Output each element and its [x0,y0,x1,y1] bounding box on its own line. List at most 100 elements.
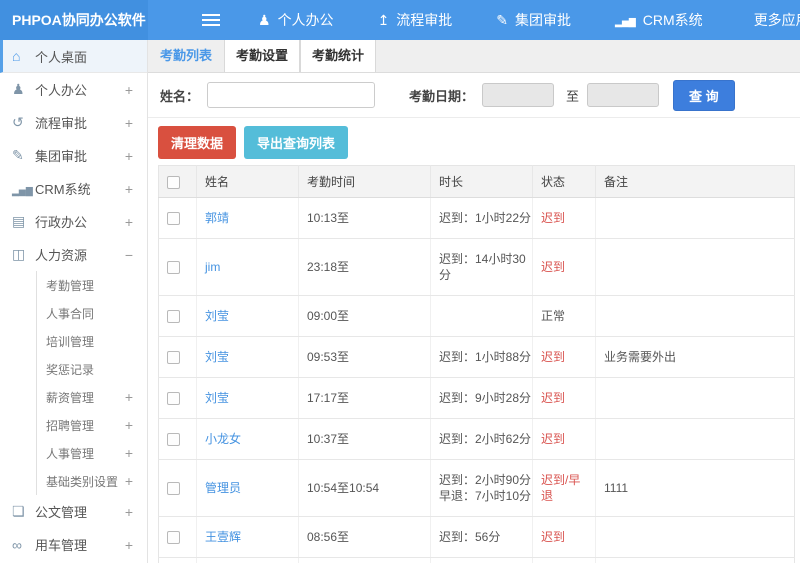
expand-toggle[interactable]: + [125,148,133,164]
top-nav: 个人办公 流程审批 集团审批 CRM系统 更多应用 ▾ [220,10,800,30]
row-checkbox[interactable] [167,531,180,545]
sidebar-item[interactable]: 用车管理 + [0,528,147,561]
expand-toggle[interactable]: + [125,473,133,489]
date-to-input[interactable] [587,83,660,107]
tab[interactable]: 考勤设置 [224,40,300,72]
top-nav-label: 流程审批 [396,12,453,28]
row-checkbox[interactable] [167,351,180,365]
chart-icon [12,181,35,197]
expand-toggle[interactable]: − [125,247,133,263]
sidebar-item-label: 个人桌面 [35,49,88,65]
sidebar-item-label: 培训管理 [46,334,95,349]
duration-cell: 迟到：2小时62分 [430,418,533,460]
employee-name-link[interactable]: 郭靖 [205,211,229,225]
name-cell: 管理员 [196,459,299,517]
query-button[interactable]: 查 询 [673,79,735,111]
employee-name-link[interactable]: 王壹辉 [205,530,241,544]
sidebar-item-label: 人事合同 [46,306,95,321]
expand-toggle[interactable]: + [125,214,133,230]
sidebar-item[interactable]: 薪资管理 + [36,383,147,411]
status-cell: 迟到 [532,418,596,460]
top-nav-item[interactable]: 个人办公 [258,10,340,30]
remark-cell [595,295,795,337]
sidebar-item[interactable]: 集团审批 + [0,139,147,172]
expand-toggle[interactable]: + [125,181,133,197]
employee-name-link[interactable]: jim [205,260,220,274]
tab[interactable]: 考勤列表 [148,40,224,72]
row-checkbox[interactable] [167,212,180,226]
edit-icon [12,147,35,164]
sidebar-item[interactable]: 奖惩记录 [36,355,147,383]
expand-toggle[interactable]: + [125,445,133,461]
name-input[interactable] [207,82,376,108]
row-checkbox[interactable] [167,392,180,406]
sidebar-item[interactable]: 行政办公 + [0,205,147,238]
remark-cell [595,197,795,239]
date-from-input[interactable] [482,83,555,107]
table-row: 小龙女 10:37至 迟到：2小时62分 迟到 [158,418,795,460]
expand-toggle[interactable]: + [125,417,133,433]
attendance-time-cell: 10:37至 [298,418,431,460]
clean-data-button[interactable]: 清理数据 [158,126,237,159]
status-cell: 迟到 [532,516,596,558]
sidebar-item[interactable]: 个人桌面 [0,40,147,73]
checkbox-cell [158,459,197,517]
sidebar-item[interactable]: 人力资源 − [0,238,147,271]
attendance-time-cell: 09:00至 [298,295,431,337]
sidebar-item[interactable]: CRM系统 + [0,172,147,205]
table-header: 姓名 考勤时间 时长 状态 备注 [158,165,795,198]
status-cell: 迟到/早退 [532,459,596,517]
row-checkbox[interactable] [167,261,180,275]
sidebar-item[interactable]: 培训管理 [36,327,147,355]
row-checkbox[interactable] [167,310,180,324]
top-nav-item[interactable]: 集团审批 [496,10,577,30]
sidebar-item[interactable]: 流程审批 + [0,106,147,139]
sidebar-item[interactable]: 基础类别设置 + [36,467,147,495]
row-checkbox[interactable] [167,433,180,447]
expand-toggle[interactable]: + [125,537,133,553]
expand-toggle[interactable]: + [125,82,133,98]
expand-toggle[interactable]: + [125,389,133,405]
sidebar-item-label: 行政办公 [35,215,88,230]
attendance-time-cell: 17:17至 [298,377,431,419]
attendance-table: 姓名 考勤时间 时长 状态 备注 郭靖 10:13至 迟到：1小时22分 迟到 … [158,165,795,563]
sidebar-item-label: 招聘管理 [46,418,95,433]
expand-toggle[interactable]: + [125,115,133,131]
duration-cell: 迟到：2小时90分 早退：7小时10分 [430,459,533,517]
edit-icon [496,12,508,29]
remark-cell: 1111 [595,459,795,517]
expand-toggle[interactable]: + [125,504,133,520]
remark-cell: 业务需要外出 [595,336,795,378]
sidebar-item[interactable]: 招聘管理 + [36,411,147,439]
checkbox-cell [158,516,197,558]
search-panel: 姓名： 考勤日期： 至 查 询 [148,73,800,118]
name-cell: 王壹辉 [196,516,299,558]
top-nav-item[interactable]: 更多应用 ▾ [747,10,800,30]
row-checkbox[interactable] [167,482,180,496]
status-cell: 迟到 [532,336,596,378]
sidebar-item[interactable]: 人事管理 + [36,439,147,467]
top-nav-item[interactable]: CRM系统 [615,10,709,30]
employee-name-link[interactable]: 刘莹 [205,350,229,364]
column-header: 状态 [532,165,596,198]
employee-name-link[interactable]: 刘莹 [205,391,229,405]
employee-name-link[interactable]: 刘莹 [205,309,229,323]
top-nav-item[interactable]: 流程审批 [378,10,459,30]
sidebar-item[interactable]: 个人办公 + [0,73,147,106]
checkbox-cell [158,197,197,239]
menu-icon[interactable] [202,14,220,26]
tab[interactable]: 考勤统计 [300,40,376,72]
table-row: 刘莹 09:00至 正常 [158,295,795,337]
sidebar-item[interactable]: 人事合同 [36,299,147,327]
employee-name-link[interactable]: 小龙女 [205,432,241,446]
sidebar-item[interactable]: 考勤管理 [36,271,147,299]
export-list-button[interactable]: 导出查询列表 [244,126,349,159]
employee-name-link[interactable]: 管理员 [205,481,241,495]
checkbox-cell [158,295,197,337]
sidebar-item-label: 人力资源 [35,248,88,263]
top-nav-label: 更多应用 [753,12,800,28]
duration-cell: 迟到：1小时88分 [430,336,533,378]
column-header: 备注 [595,165,795,198]
select-all-checkbox[interactable] [167,175,180,189]
sidebar-item[interactable]: 公文管理 + [0,495,147,528]
